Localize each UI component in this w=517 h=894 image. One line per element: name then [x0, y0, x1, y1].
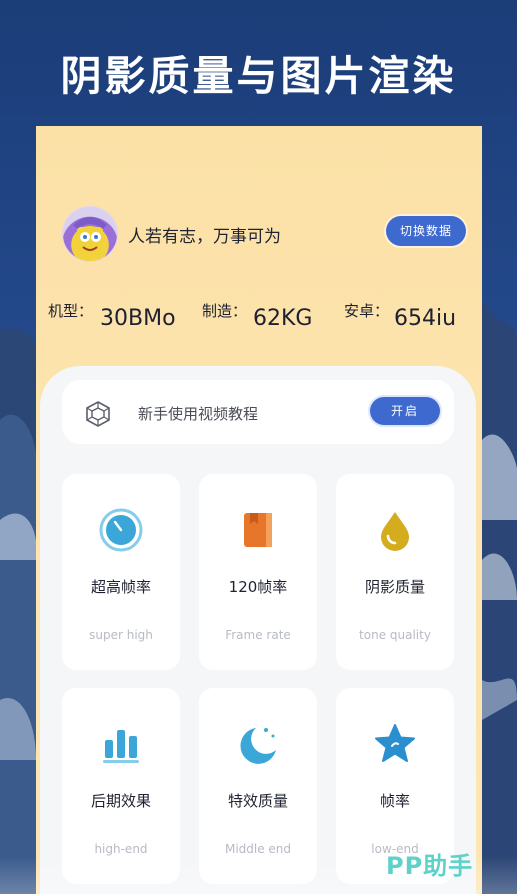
features-panel: 新手使用视频教程 开启 超高帧率 super high 120帧率 Frame …: [40, 366, 476, 894]
feature-subtitle: super high: [89, 628, 153, 642]
stopwatch-icon: [99, 508, 143, 552]
profile-row: 人若有志，万事可为 切换数据: [62, 206, 466, 262]
feature-name: 阴影质量: [364, 578, 425, 596]
feature-name: 120帧率: [228, 578, 288, 596]
stat-label: 机型：: [48, 302, 94, 320]
stat-value: 30BMo: [100, 306, 176, 331]
feature-name: 超高帧率: [90, 578, 151, 596]
watermark-logo: PP助手: [386, 852, 474, 880]
feature-card-frame-rate-120[interactable]: 120帧率 Frame rate: [199, 474, 317, 670]
page-headline: 阴影质量与图片渲染: [60, 52, 457, 100]
avatar-sponge-icon: [73, 217, 107, 255]
feature-name: 特效质量: [227, 792, 288, 810]
book-icon: [244, 513, 272, 547]
stat-label: 制造：: [202, 302, 248, 320]
moon-icon: [240, 728, 276, 764]
feature-card-super-high[interactable]: 超高帧率 super high: [62, 474, 180, 670]
feature-subtitle: high-end: [94, 842, 148, 856]
stat-value: 654iu: [394, 306, 457, 331]
feature-subtitle: Middle end: [224, 842, 292, 856]
feature-name: 帧率: [379, 792, 410, 810]
feature-card-effects-quality[interactable]: 特效质量 Middle end: [199, 688, 317, 884]
switch-data-button[interactable]: 切换数据: [386, 216, 466, 246]
feature-name: 后期效果: [90, 792, 151, 810]
cube-icon: [86, 401, 110, 427]
device-stats: 机型： 30BMo 制造： 62KG 安卓： 654iu: [48, 300, 478, 340]
avatar[interactable]: [62, 206, 118, 262]
bar-chart-icon: [103, 730, 139, 763]
tutorial-label: 新手使用视频教程: [138, 405, 259, 423]
profile-motto: 人若有志，万事可为: [128, 227, 281, 247]
feature-card-post-effects[interactable]: 后期效果 high-end: [62, 688, 180, 884]
droplet-icon: [381, 512, 409, 551]
feature-subtitle: tone quality: [359, 628, 431, 642]
tutorial-open-button[interactable]: 开启: [370, 397, 440, 425]
tutorial-bar[interactable]: 新手使用视频教程 开启: [62, 380, 454, 444]
app-screen: 人若有志，万事可为 切换数据 机型： 30BMo 制造： 62KG 安卓： 65…: [36, 126, 482, 894]
stat-value: 62KG: [253, 306, 313, 331]
star-icon: [375, 724, 415, 762]
feature-subtitle: Frame rate: [225, 628, 291, 642]
feature-card-shadow-quality[interactable]: 阴影质量 tone quality: [336, 474, 454, 670]
stat-label: 安卓：: [344, 302, 390, 320]
